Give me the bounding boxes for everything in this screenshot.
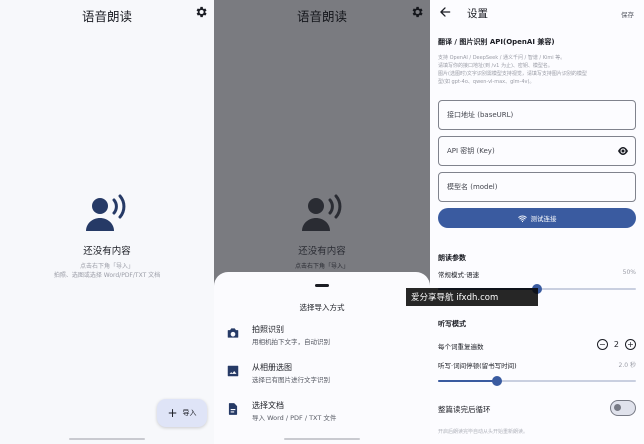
image-icon: [227, 365, 239, 377]
base-url-field[interactable]: 接口地址 (baseURL): [438, 100, 636, 130]
repeat-label: 每个词重复遍数: [438, 343, 484, 351]
model-field[interactable]: 模型名 (model): [438, 172, 636, 202]
option-camera[interactable]: 拍照识别 用相机拍下文字，自动识别: [226, 324, 420, 354]
empty-state-hint: 点击右下角「导入」 拍照、选图或选择 Word/PDF/TXT 文档: [0, 262, 214, 280]
home-screen: 语音朗读 还没有内容 点击右下角「导入」 拍照、选图或选择 Word/PDF/T…: [0, 0, 214, 444]
home-indicator: [69, 438, 145, 440]
option-label: 拍照识别: [252, 325, 284, 334]
speed-value: 50%: [622, 269, 636, 276]
watermark-banner: 爱分享导航 ifxdh.com: [406, 288, 538, 306]
reading-section-title: 朗读参数: [438, 254, 466, 262]
speaking-person-icon: [86, 194, 126, 231]
gear-icon[interactable]: [194, 5, 208, 19]
slider-thumb[interactable]: [492, 376, 503, 386]
import-button[interactable]: + 导入: [157, 399, 207, 427]
decrease-button[interactable]: −: [596, 339, 608, 350]
home-indicator: [284, 438, 360, 440]
repeat-value: 2: [613, 340, 619, 349]
option-gallery[interactable]: 从相册选图 选择已有图片进行文字识别: [226, 362, 420, 392]
option-label: 选择文档: [252, 401, 284, 410]
wifi-icon: [517, 215, 527, 222]
option-sub: 用相机拍下文字，自动识别: [252, 338, 330, 346]
import-button-label: 导入: [182, 409, 197, 417]
pause-value: 2.0 秒: [618, 362, 636, 369]
page-title: 设置: [467, 8, 488, 20]
plus-icon: +: [167, 406, 178, 420]
increase-button[interactable]: +: [625, 339, 636, 350]
document-icon: [228, 403, 238, 415]
api-description: 支持 OpenAI / DeepSeek / 通义千问 / 智谱 / Kimi …: [438, 54, 638, 86]
toggle-knob: [614, 404, 621, 411]
api-key-label: API 密钥 (Key): [447, 147, 495, 155]
api-desc-line: 支持 OpenAI / DeepSeek / 通义千问 / 智谱 / Kimi …: [438, 55, 566, 61]
loop-label: 整篇读完后循环: [438, 405, 491, 414]
arrow-left-icon[interactable]: [438, 5, 452, 19]
option-document[interactable]: 选择文档 导入 Word / PDF / TXT 文件: [226, 400, 420, 430]
model-label: 模型名 (model): [447, 183, 498, 191]
eye-icon[interactable]: [617, 146, 629, 156]
repeat-stepper: − 2 +: [596, 339, 636, 350]
api-key-field[interactable]: API 密钥 (Key): [438, 136, 636, 166]
gear-icon[interactable]: [410, 5, 424, 19]
base-url-label: 接口地址 (baseURL): [447, 111, 514, 119]
test-connection-button[interactable]: 测试连接: [438, 208, 636, 228]
speaking-person-icon: [302, 194, 342, 231]
api-section-title: 翻译 / 图片识别 API(OpenAI 兼容): [438, 38, 555, 46]
camera-icon: [227, 328, 239, 338]
empty-hint-line-2: 拍照、选图或选择 Word/PDF/TXT 文档: [53, 272, 161, 279]
empty-state-hint: 点击右下角「导入」: [294, 263, 349, 270]
sheet-drag-handle[interactable]: [315, 284, 329, 287]
loop-toggle[interactable]: [610, 400, 636, 416]
dictation-section-title: 听写模式: [438, 320, 466, 328]
pause-label: 听写·词间停顿(留书写时间): [438, 362, 517, 370]
option-label: 从相册选图: [252, 363, 292, 372]
save-button[interactable]: 保存: [621, 9, 634, 19]
sheet-title: 选择导入方式: [299, 303, 345, 312]
api-desc-line: 型(如 gpt-4o、qwen-vl-max、glm-4v)。: [438, 79, 535, 85]
option-sub: 导入 Word / PDF / TXT 文件: [252, 414, 337, 422]
speed-label: 常规模式·语速: [438, 271, 480, 279]
slider-fill: [438, 380, 498, 382]
test-connection-label: 测试连接: [530, 215, 557, 223]
app-title: 语音朗读: [81, 9, 132, 24]
pause-slider[interactable]: [438, 376, 636, 386]
loop-description: 开启后朗读完毕自动从头开始重新朗读。: [438, 429, 529, 435]
empty-state-title: 还没有内容: [298, 246, 346, 257]
import-bottom-sheet: 选择导入方式 拍照识别 用相机拍下文字，自动识别 从相册选图 选择已有图片进行文…: [214, 272, 430, 444]
settings-screen: 设置 保存 翻译 / 图片识别 API(OpenAI 兼容) 支持 OpenAI…: [430, 0, 644, 444]
app-title: 语音朗读: [296, 9, 347, 24]
empty-state-title: 还没有内容: [83, 246, 131, 257]
api-desc-line: 请填写你的接口地址(到 /v1 为止)、密钥、模型名。: [438, 63, 553, 69]
api-desc-line: 图片(选图时)文字识别需模型支持视觉，请填写支持图片识别的模型: [438, 71, 587, 77]
empty-hint-line-1: 点击右下角「导入」: [79, 263, 134, 270]
option-sub: 选择已有图片进行文字识别: [252, 376, 330, 384]
import-sheet-screen: 语音朗读 还没有内容 点击右下角「导入」 选择导入方式 拍照识别 用相机拍下文字…: [214, 0, 430, 444]
